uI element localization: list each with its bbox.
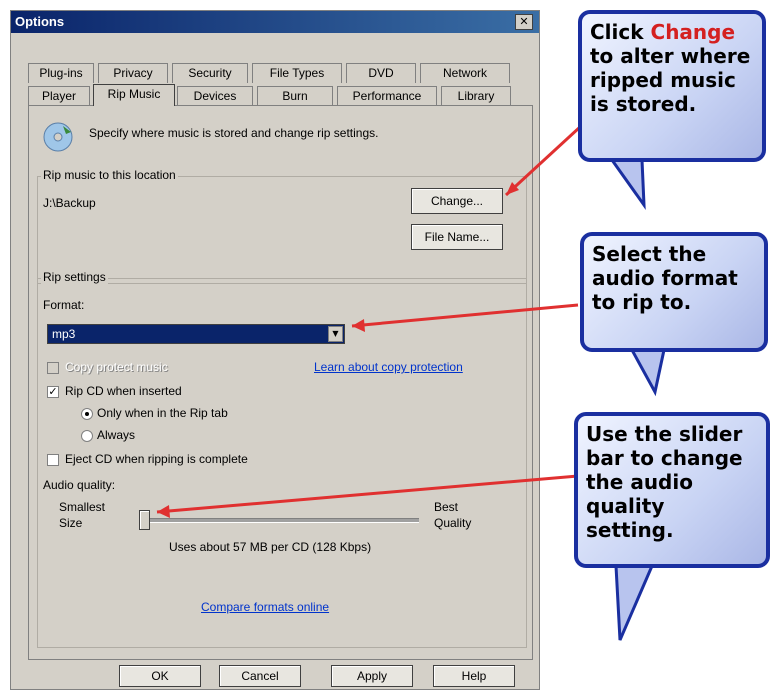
format-select[interactable]: mp3 ▼ [47, 324, 345, 344]
change-callout-highlight: Change [650, 20, 736, 44]
change-callout-tail [609, 158, 646, 211]
apply-button[interactable]: Apply [331, 665, 413, 687]
learn-copy-protection-link[interactable]: Learn about copy protection [314, 360, 463, 374]
chevron-down-icon[interactable]: ▼ [328, 326, 343, 342]
tab-plug-ins[interactable]: Plug-ins [28, 63, 94, 83]
quality-slider[interactable] [139, 510, 419, 534]
slider-track [139, 518, 419, 523]
format-callout: Select the audio format to rip to. [580, 232, 768, 352]
copy-protect-checkbox[interactable] [47, 362, 59, 374]
tab-devices[interactable]: Devices [177, 86, 253, 106]
slider-callout-tail [614, 564, 655, 641]
tab-dvd[interactable]: DVD [346, 63, 416, 83]
usage-text: Uses about 57 MB per CD (128 Kbps) [169, 540, 372, 554]
tab-file-types[interactable]: File Types [252, 63, 342, 83]
best-quality-label-2: Quality [434, 516, 472, 530]
only-rip-tab-label: Only when in the Rip tab [97, 406, 228, 420]
best-quality-label-1: Best [434, 500, 459, 514]
format-callout-text: Select the audio format to rip to. [592, 242, 738, 314]
file-name-button[interactable]: File Name... [411, 224, 503, 250]
compare-formats-link[interactable]: Compare formats online [201, 600, 329, 614]
tab-burn[interactable]: Burn [257, 86, 333, 106]
help-button[interactable]: Help [433, 665, 515, 687]
format-label: Format: [43, 298, 85, 312]
change-callout-text: to alter where ripped music is stored. [590, 44, 751, 116]
slider-callout: Use the slider bar to change the audio q… [574, 412, 770, 568]
audio-quality-label: Audio quality: [43, 478, 116, 492]
change-callout-prefix: Click [590, 20, 651, 44]
ok-button[interactable]: OK [119, 665, 201, 687]
eject-cd-checkbox[interactable] [47, 454, 59, 466]
change-callout: Click Change to alter where ripped music… [578, 10, 766, 162]
tab-player[interactable]: Player [28, 86, 90, 106]
slider-callout-text: Use the slider bar to change the audio q… [586, 422, 743, 542]
smallest-size-label-1: Smallest [59, 500, 106, 514]
slider-thumb[interactable] [139, 510, 150, 530]
eject-cd-label: Eject CD when ripping is complete [65, 452, 248, 466]
cancel-button[interactable]: Cancel [219, 665, 301, 687]
tab-library[interactable]: Library [441, 86, 511, 106]
rip-music-panel: Specify where music is stored and change… [28, 105, 533, 660]
tab-performance[interactable]: Performance [337, 86, 437, 106]
rip-settings-title: Rip settings [41, 270, 108, 284]
location-group-title: Rip music to this location [41, 168, 178, 182]
tab-rip-music[interactable]: Rip Music [93, 84, 175, 106]
tab-security[interactable]: Security [172, 63, 248, 83]
copy-protect-label: Copy protect music [65, 360, 168, 374]
only-rip-tab-radio[interactable] [81, 408, 93, 420]
intro-text: Specify where music is stored and change… [89, 126, 379, 140]
title-bar: Options ✕ [11, 11, 539, 33]
cd-rip-icon [41, 120, 75, 158]
dialog-title: Options [15, 14, 65, 29]
rip-location-path: J:\Backup [43, 196, 96, 210]
always-label: Always [97, 428, 136, 442]
tab-network[interactable]: Network [420, 63, 510, 83]
smallest-size-label-2: Size [59, 516, 83, 530]
tab-privacy[interactable]: Privacy [98, 63, 168, 83]
rip-cd-checkbox[interactable]: ✓ [47, 386, 59, 398]
options-dialog: Options ✕ Plug-ins Privacy Security File… [10, 10, 540, 690]
rip-cd-label: Rip CD when inserted [65, 384, 182, 398]
format-callout-tail [629, 348, 666, 397]
change-button[interactable]: Change... [411, 188, 503, 214]
close-button[interactable]: ✕ [515, 14, 533, 30]
always-radio[interactable] [81, 430, 93, 442]
format-value: mp3 [52, 327, 76, 341]
